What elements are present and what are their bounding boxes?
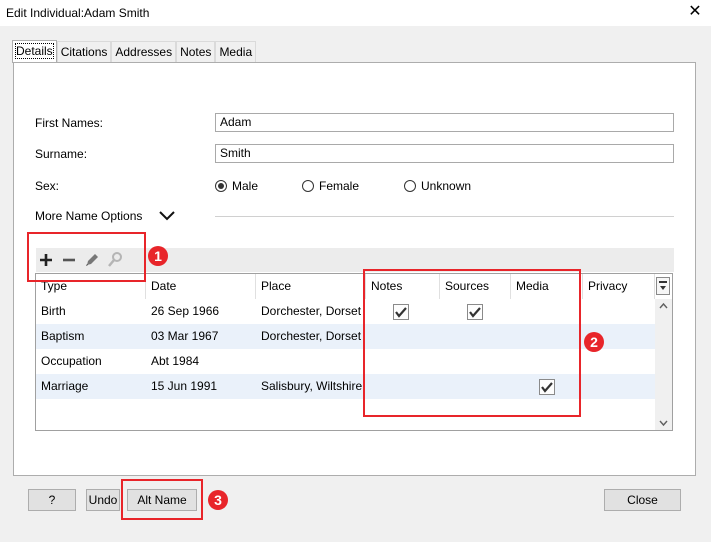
close-window-icon[interactable]: ✕ (686, 3, 704, 21)
cell-date: 15 Jun 1991 (151, 379, 218, 393)
sex-label: Sex: (35, 179, 60, 193)
tab-notes[interactable]: Notes (176, 41, 216, 62)
tab-details[interactable]: Details (12, 40, 57, 63)
sex-female-radio[interactable] (302, 180, 314, 192)
undo-button[interactable]: Undo (86, 489, 120, 511)
alt-name-highlight-box (121, 479, 203, 520)
cell-place: Dorchester, Dorset (261, 304, 362, 318)
columns-highlight-box (363, 269, 581, 417)
tab-strip: Details Citations Addresses Notes Media (12, 40, 257, 63)
cell-type: Occupation (41, 354, 102, 368)
tab-media[interactable]: Media (215, 41, 257, 62)
annotation-badge-1: 1 (148, 246, 168, 266)
cell-place: Dorchester, Dorset (261, 329, 362, 343)
close-button[interactable]: Close (604, 489, 681, 511)
title-bar: Edit Individual:Adam Smith ✕ (0, 0, 711, 26)
column-header-privacy[interactable]: Privacy (583, 274, 655, 299)
name-options-separator (215, 216, 674, 217)
toolbar-highlight-box (27, 232, 146, 282)
sex-male-label[interactable]: Male (232, 179, 258, 193)
cell-type: Birth (41, 304, 66, 318)
surname-label: Surname: (35, 147, 88, 161)
annotation-badge-3: 3 (208, 490, 228, 510)
cell-date: Abt 1984 (151, 354, 200, 368)
first-names-label: First Names: (35, 116, 104, 130)
surname-field[interactable]: Smith (215, 144, 674, 163)
sex-male-radio[interactable] (215, 180, 227, 192)
cell-date: 26 Sep 1966 (151, 304, 220, 318)
sex-unknown-radio[interactable] (404, 180, 416, 192)
column-chooser-icon[interactable] (656, 277, 670, 295)
cell-type: Marriage (41, 379, 89, 393)
window-title: Edit Individual:Adam Smith (6, 6, 150, 20)
help-button[interactable]: ? (28, 489, 76, 511)
cell-type: Baptism (41, 329, 85, 343)
sex-unknown-label[interactable]: Unknown (421, 179, 471, 193)
tab-citations[interactable]: Citations (56, 41, 112, 62)
chevron-down-icon[interactable] (158, 208, 176, 222)
cell-place (256, 349, 261, 374)
more-name-options-label[interactable]: More Name Options (35, 209, 142, 223)
scroll-up-icon (659, 302, 668, 309)
cell-date: 03 Mar 1967 (151, 329, 219, 343)
first-names-field[interactable]: Adam (215, 113, 674, 132)
column-header-place[interactable]: Place (256, 274, 366, 299)
cell-place: Salisbury, Wiltshire (261, 379, 363, 393)
sex-female-label[interactable]: Female (319, 179, 359, 193)
column-header-date[interactable]: Date (146, 274, 256, 299)
tab-addresses[interactable]: Addresses (111, 41, 177, 62)
scroll-down-icon (659, 420, 668, 427)
annotation-badge-2: 2 (584, 332, 604, 352)
vertical-scrollbar[interactable] (655, 299, 672, 430)
